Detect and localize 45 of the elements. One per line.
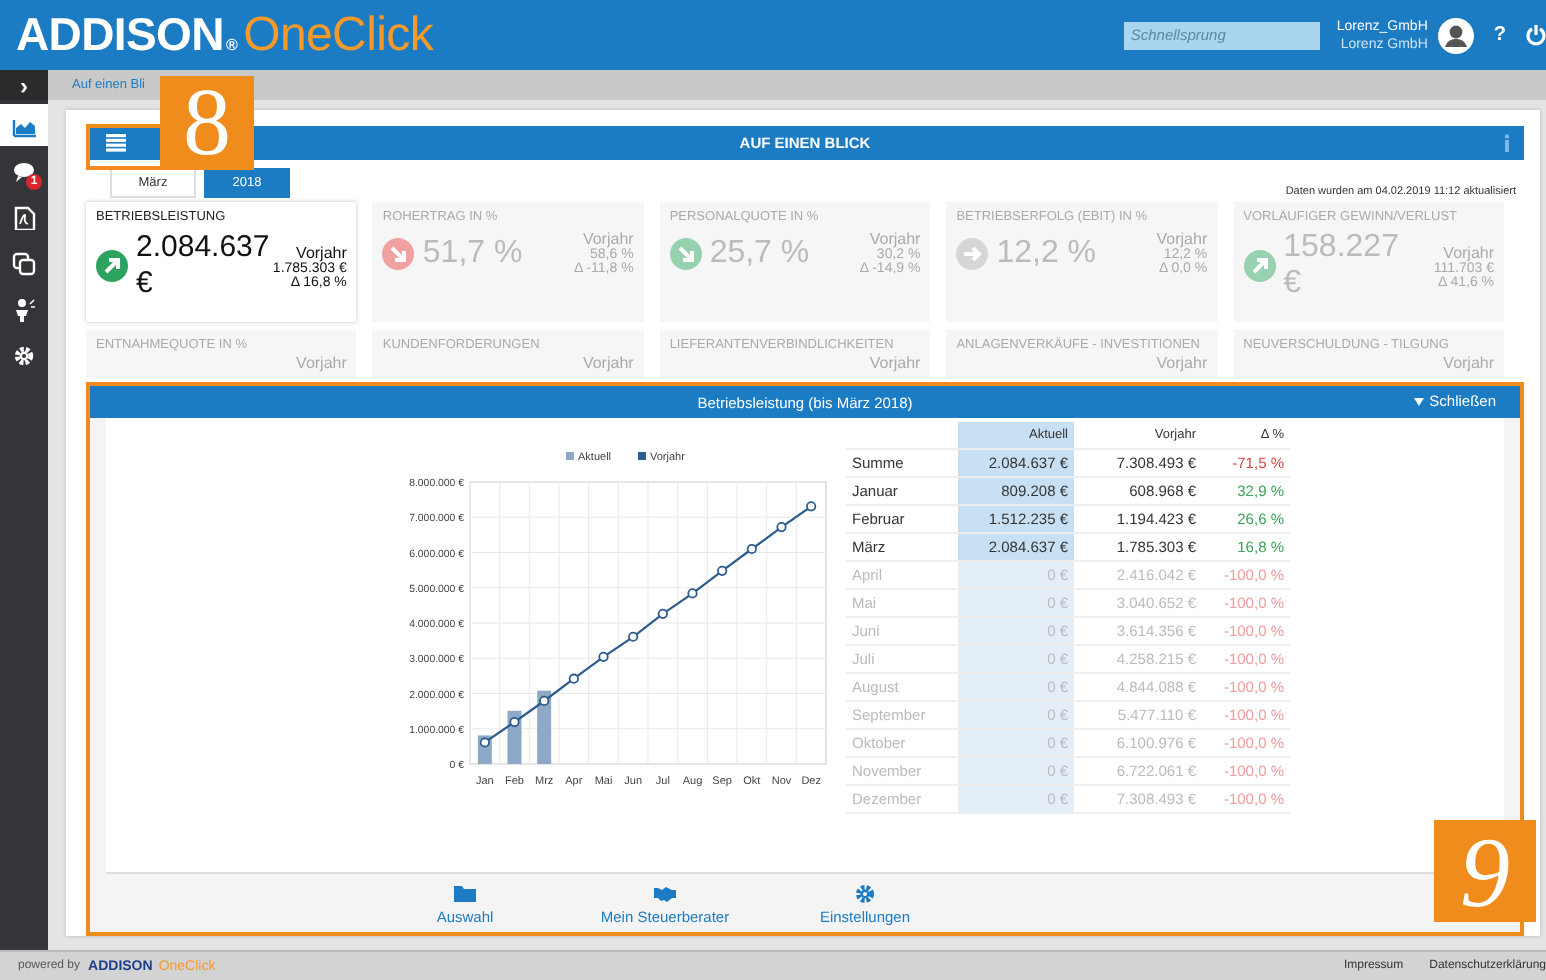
person-icon [12, 297, 36, 321]
data-point[interactable] [628, 631, 639, 642]
previous-year-label: Vorjahr [1443, 354, 1495, 372]
data-point[interactable] [746, 543, 757, 555]
previous-year-label: Vorjahr [582, 354, 634, 372]
data-point[interactable] [657, 608, 668, 619]
previous-year-label: Vorjahr [1156, 354, 1208, 372]
previous-year-label: Vorjahr [869, 354, 921, 372]
previous-year-label: Vorjahr [296, 354, 347, 372]
folder-icon [454, 884, 476, 904]
kpi-value: 2.084.637 € [136, 230, 267, 302]
kpi-value: 12,2 % [996, 235, 1099, 271]
settings-icon [854, 884, 876, 904]
power-icon[interactable] [1526, 24, 1546, 46]
data-point[interactable] [539, 695, 550, 706]
data-point[interactable] [776, 522, 787, 533]
kpi-value: 158.227 € [1283, 230, 1401, 302]
previous-year-label: Vorjahr [296, 243, 347, 261]
pdf-icon [12, 205, 36, 229]
callout-number: 9 [1434, 820, 1536, 922]
kpi-value: 51,7 % [422, 235, 525, 271]
data-point[interactable] [479, 737, 490, 748]
callout-number: 8 [160, 76, 254, 170]
previous-year-label: Vorjahr [1443, 243, 1495, 261]
data-point[interactable] [806, 501, 817, 512]
handshake-icon [654, 884, 676, 904]
help-button[interactable]: ? [1493, 24, 1506, 46]
previous-year-label: Vorjahr [1156, 230, 1208, 248]
previous-year-label: Vorjahr [869, 230, 921, 248]
legend-swatch [566, 452, 574, 460]
copy-icon [12, 251, 36, 275]
settings-icon [12, 343, 36, 367]
legend-swatch [638, 452, 646, 460]
sidebar-toggle[interactable]: › [0, 70, 48, 100]
data-point[interactable] [598, 651, 609, 662]
kpi-value: 25,7 % [709, 235, 812, 271]
caret-icon [1413, 398, 1424, 406]
previous-year-label: Vorjahr [582, 230, 634, 248]
data-point[interactable] [687, 588, 698, 599]
avatar-icon[interactable] [1437, 17, 1474, 53]
data-point[interactable] [568, 673, 579, 684]
menu-icon [106, 134, 126, 152]
data-point[interactable] [509, 716, 520, 728]
data-point[interactable] [717, 565, 728, 576]
chat-icon [12, 159, 36, 183]
